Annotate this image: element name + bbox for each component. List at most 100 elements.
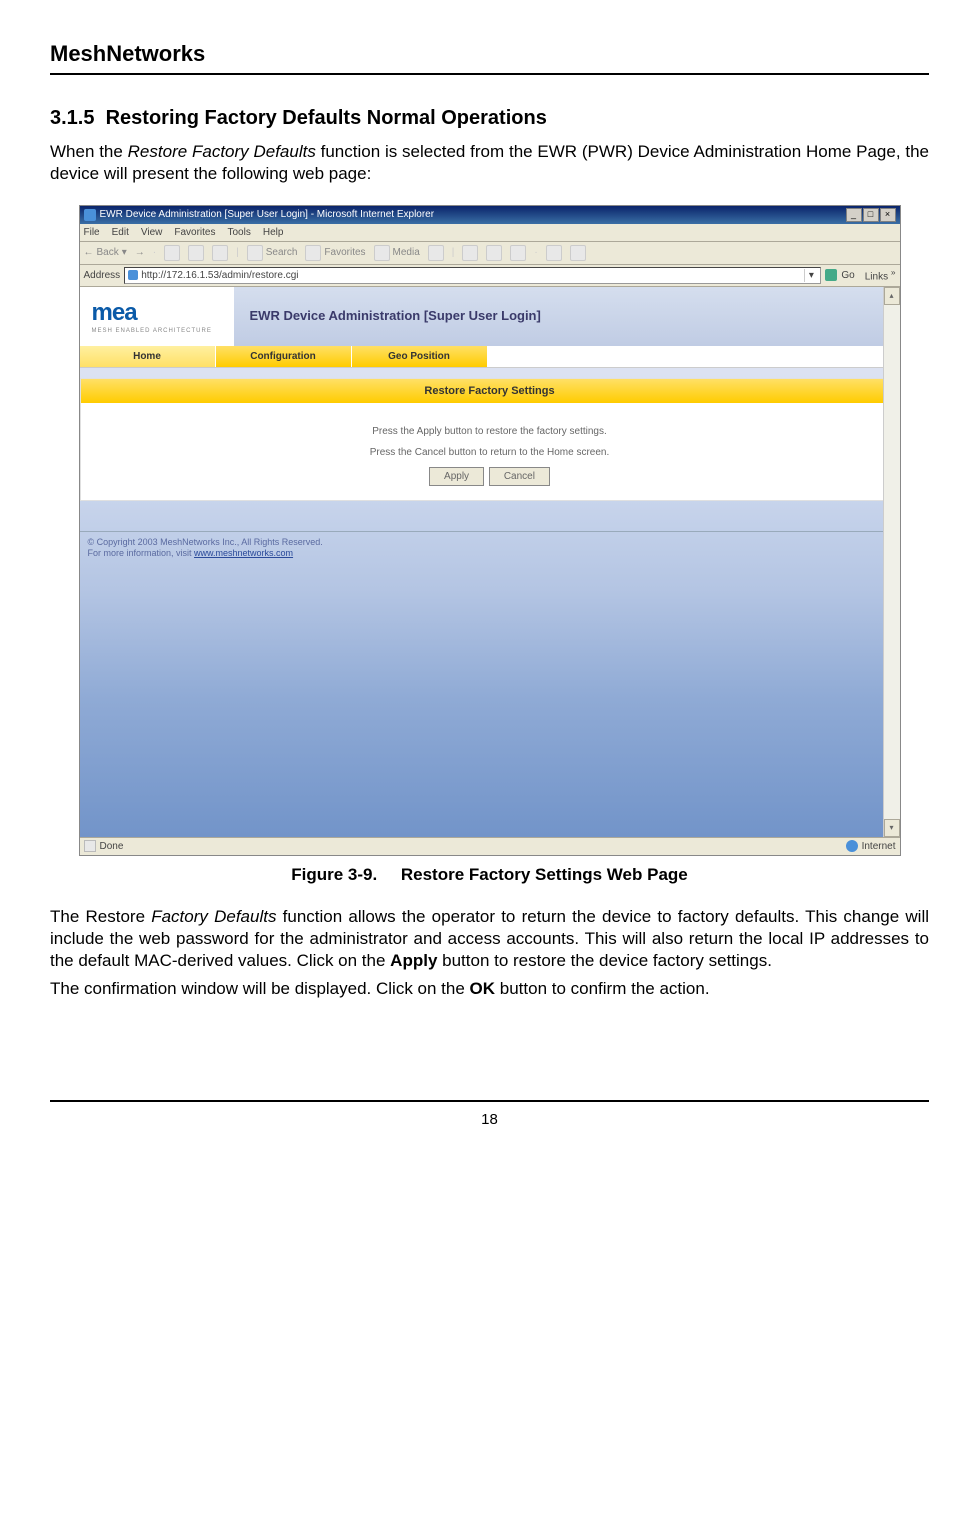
search-icon	[247, 245, 263, 261]
instruction-text: Press the Cancel button to return to the…	[91, 446, 889, 459]
status-bar: Done Internet	[80, 837, 900, 855]
internet-icon	[846, 840, 858, 852]
text-italic: Restore Factory Defaults	[128, 142, 316, 161]
back-button[interactable]: ← Back ▾	[84, 246, 127, 259]
menu-bar: File Edit View Favorites Tools Help	[80, 224, 900, 242]
page-title: EWR Device Administration [Super User Lo…	[234, 287, 900, 346]
search-button[interactable]: Search	[247, 245, 298, 261]
text-bold: Apply	[390, 951, 437, 970]
panel-body: Press the Apply button to restore the fa…	[81, 403, 899, 500]
browser-window: EWR Device Administration [Super User Lo…	[79, 205, 901, 856]
text: The Restore	[50, 907, 151, 926]
figure-container: EWR Device Administration [Super User Lo…	[50, 205, 929, 856]
address-input[interactable]: http://172.16.1.53/admin/restore.cgi ▾	[124, 267, 821, 284]
menu-help[interactable]: Help	[263, 226, 284, 239]
tab-home[interactable]: Home	[80, 346, 216, 367]
website-link[interactable]: www.meshnetworks.com	[194, 548, 293, 558]
text: button to restore the device factory set…	[437, 951, 772, 970]
media-button[interactable]: Media	[374, 245, 420, 261]
history-icon[interactable]	[428, 245, 444, 261]
label: Search	[266, 246, 298, 259]
menu-view[interactable]: View	[141, 226, 163, 239]
logo-text: mea	[92, 297, 222, 328]
text: The confirmation window will be displaye…	[50, 979, 470, 998]
favorites-button[interactable]: Favorites	[305, 245, 365, 261]
address-bar: Address http://172.16.1.53/admin/restore…	[80, 265, 900, 287]
figure-label: Figure 3-9.	[291, 865, 377, 884]
text: button to confirm the action.	[495, 979, 710, 998]
paragraph: The confirmation window will be displaye…	[50, 978, 929, 1000]
go-label[interactable]: Go	[841, 269, 854, 282]
minimize-button[interactable]: _	[846, 208, 862, 222]
window-title: EWR Device Administration [Super User Lo…	[100, 208, 435, 221]
figure-caption: Figure 3-9. Restore Factory Settings Web…	[50, 864, 929, 886]
ie-icon	[84, 209, 96, 221]
cancel-button[interactable]: Cancel	[489, 467, 550, 486]
separator: |	[452, 246, 455, 259]
address-label: Address	[84, 269, 121, 282]
vertical-scrollbar[interactable]: ▴ ▾	[883, 287, 900, 837]
header-strip: mea MESH ENABLED ARCHITECTURE EWR Device…	[80, 287, 900, 346]
label: Favorites	[324, 246, 365, 259]
tab-geo-position[interactable]: Geo Position	[352, 346, 488, 367]
nav-tabs: Home Configuration Geo Position	[80, 346, 900, 368]
favorites-icon	[305, 245, 321, 261]
panel-title: Restore Factory Settings	[81, 379, 899, 403]
separator: ·	[534, 246, 537, 259]
settings-panel: Restore Factory Settings Press the Apply…	[80, 378, 900, 501]
instruction-text: Press the Apply button to restore the fa…	[91, 425, 889, 438]
links-label[interactable]: Links »	[865, 267, 896, 283]
divider	[80, 531, 900, 532]
discuss-icon[interactable]	[546, 245, 562, 261]
toolbar: ← Back ▾ → · | Search Favorites Media | …	[80, 242, 900, 265]
tab-filler	[488, 346, 900, 367]
edit-icon[interactable]	[510, 245, 526, 261]
go-icon[interactable]	[825, 269, 837, 281]
home-icon[interactable]	[212, 245, 228, 261]
section-number: 3.1.5	[50, 107, 94, 129]
text: When the	[50, 142, 128, 161]
document-header: MeshNetworks	[50, 40, 929, 75]
tab-configuration[interactable]: Configuration	[216, 346, 352, 367]
scroll-up-icon[interactable]: ▴	[884, 287, 900, 305]
address-dropdown[interactable]: ▾	[804, 269, 817, 282]
text: For more information, visit	[88, 548, 195, 558]
section-heading: 3.1.5 Restoring Factory Defaults Normal …	[50, 105, 929, 131]
copyright-text: © Copyright 2003 MeshNetworks Inc., All …	[88, 537, 323, 549]
menu-file[interactable]: File	[84, 226, 100, 239]
window-controls: _ □ ×	[846, 208, 896, 222]
scroll-down-icon[interactable]: ▾	[884, 819, 900, 837]
window-titlebar: EWR Device Administration [Super User Lo…	[80, 206, 900, 224]
zone-text: Internet	[862, 840, 896, 853]
status-text: Done	[100, 840, 124, 853]
logo: mea MESH ENABLED ARCHITECTURE	[80, 287, 234, 346]
label: Back	[97, 246, 119, 259]
forward-button[interactable]: →	[135, 246, 145, 259]
separator: ·	[153, 246, 156, 259]
section-title: Restoring Factory Defaults Normal Operat…	[106, 107, 547, 129]
menu-favorites[interactable]: Favorites	[174, 226, 215, 239]
print-icon[interactable]	[486, 245, 502, 261]
menu-tools[interactable]: Tools	[227, 226, 250, 239]
separator: |	[236, 246, 239, 259]
intro-paragraph: When the Restore Factory Defaults functi…	[50, 141, 929, 185]
menu-edit[interactable]: Edit	[112, 226, 129, 239]
page-content: mea MESH ENABLED ARCHITECTURE EWR Device…	[80, 287, 900, 837]
scroll-track[interactable]	[884, 305, 900, 819]
button-row: Apply Cancel	[91, 467, 889, 486]
copyright: © Copyright 2003 MeshNetworks Inc., All …	[88, 537, 323, 560]
mail-icon[interactable]	[462, 245, 478, 261]
logo-subtitle: MESH ENABLED ARCHITECTURE	[92, 328, 222, 336]
refresh-icon[interactable]	[188, 245, 204, 261]
page-footer: 18	[50, 1100, 929, 1130]
url-text: http://172.16.1.53/admin/restore.cgi	[141, 269, 298, 282]
stop-icon[interactable]	[164, 245, 180, 261]
status-icon	[84, 840, 96, 852]
close-button[interactable]: ×	[880, 208, 896, 222]
text-bold: OK	[470, 979, 496, 998]
media-icon	[374, 245, 390, 261]
messenger-icon[interactable]	[570, 245, 586, 261]
maximize-button[interactable]: □	[863, 208, 879, 222]
figure-title: Restore Factory Settings Web Page	[401, 865, 688, 884]
apply-button[interactable]: Apply	[429, 467, 484, 486]
